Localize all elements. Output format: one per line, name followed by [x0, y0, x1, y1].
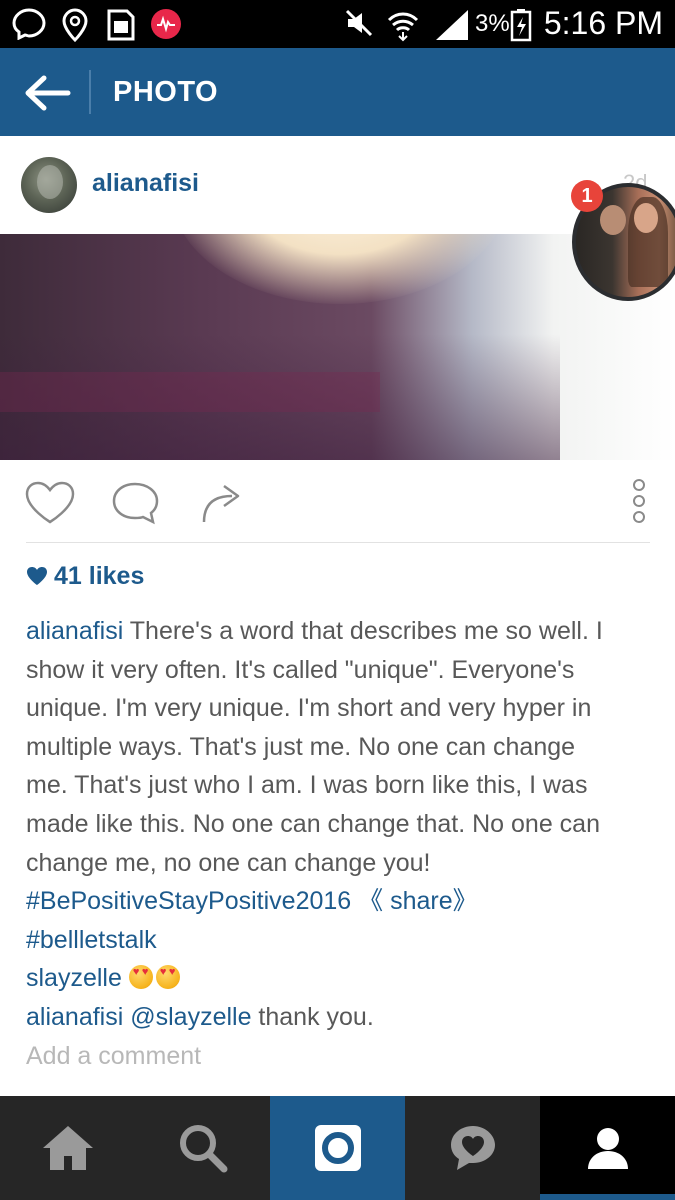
- heart-eyes-emoji-icon: [155, 965, 180, 990]
- page-title: PHOTO: [113, 76, 219, 108]
- messenger-icon: [12, 8, 46, 40]
- comment-username[interactable]: alianafisi: [26, 1003, 123, 1031]
- comment-mention[interactable]: @slayzelle: [123, 1003, 251, 1031]
- comment-row: alianafisi @slayzelle thank you.: [26, 998, 651, 1037]
- comment-bubble-icon[interactable]: [110, 480, 160, 526]
- avatar[interactable]: [21, 157, 77, 213]
- chat-head-badge: 1: [571, 180, 603, 212]
- signal-icon: [436, 10, 468, 40]
- caption-text: There's a word that describes me so well…: [123, 617, 603, 645]
- caption-line-1: alianafisi There's a word that describes…: [26, 612, 651, 651]
- nav-activity[interactable]: [405, 1096, 540, 1200]
- post-username[interactable]: alianafisi: [92, 169, 199, 198]
- sim-icon: [107, 9, 135, 41]
- caption-line-2: show it very often. It's called "unique"…: [26, 655, 575, 684]
- wifi-icon: [387, 12, 419, 42]
- activity-heart-icon: [450, 1126, 495, 1170]
- location-icon: [62, 8, 88, 42]
- active-tab-indicator: [540, 1194, 675, 1200]
- comment-text: thank you.: [251, 1002, 374, 1031]
- nav-profile[interactable]: [540, 1096, 675, 1200]
- hashtag-bellletstalk[interactable]: #bellletstalk: [26, 926, 157, 954]
- profile-icon: [587, 1128, 628, 1169]
- likes-heart-icon: [27, 567, 47, 585]
- post-actions: [0, 460, 675, 542]
- likes-label: 41 likes: [54, 562, 145, 590]
- nav-search[interactable]: [135, 1096, 270, 1200]
- caption-line-4: multiple ways. That's just me. No one ca…: [26, 732, 576, 761]
- battery-percent: 3%: [475, 10, 510, 37]
- heart-eyes-emoji-icon: [128, 965, 153, 990]
- share-text: 《 share》: [351, 887, 478, 916]
- back-arrow-icon[interactable]: [20, 70, 72, 116]
- mute-icon: [345, 9, 373, 37]
- nav-home[interactable]: [0, 1096, 135, 1200]
- caption-line-5: me. That's just who I am. I was born lik…: [26, 771, 588, 800]
- camera-icon: [314, 1125, 361, 1171]
- add-comment-input[interactable]: Add a comment: [26, 1037, 651, 1076]
- app-bar: PHOTO: [0, 48, 675, 136]
- app-bar-divider: [89, 70, 91, 114]
- caption-line-7: change me, no one can change you!: [26, 848, 431, 877]
- hashtag-bepositive[interactable]: #BePositiveStayPositive2016: [26, 887, 351, 915]
- hashtag-line-2: #bellletstalk: [26, 921, 651, 960]
- post-photo[interactable]: [0, 234, 675, 460]
- caption-username[interactable]: alianafisi: [26, 617, 123, 645]
- musically-icon: [151, 9, 181, 39]
- hashtag-line: #BePositiveStayPositive2016 《 share》: [26, 882, 651, 921]
- battery-icon: [510, 9, 532, 42]
- status-time: 5:16 PM: [543, 5, 663, 41]
- caption-line-6: made like this. No one can change that. …: [26, 809, 600, 838]
- comment-username[interactable]: slayzelle: [26, 964, 122, 992]
- more-options-icon[interactable]: [630, 476, 648, 526]
- like-heart-icon[interactable]: [24, 480, 76, 526]
- home-icon: [42, 1126, 93, 1170]
- bottom-nav: [0, 1096, 675, 1200]
- nav-camera[interactable]: [270, 1096, 405, 1200]
- caption-line-3: unique. I'm very unique. I'm short and v…: [26, 694, 592, 723]
- status-bar: 3% 5:16 PM: [0, 0, 675, 48]
- likes-count[interactable]: 41 likes: [26, 562, 144, 592]
- comment-row: slayzelle: [26, 959, 651, 998]
- share-arrow-icon[interactable]: [200, 480, 244, 526]
- caption-block: alianafisi There's a word that describes…: [26, 612, 651, 1075]
- search-icon: [179, 1125, 227, 1173]
- divider: [26, 542, 650, 543]
